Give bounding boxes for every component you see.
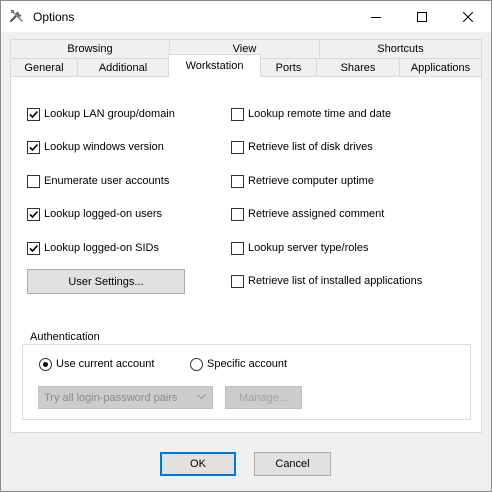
checkmark-icon: [29, 110, 39, 118]
radio-button[interactable]: [39, 357, 52, 371]
minimize-icon: [371, 16, 381, 18]
close-button[interactable]: [445, 1, 491, 32]
checkbox-lookup-lan-group[interactable]: Lookup LAN group/domain: [27, 106, 175, 122]
checkbox-label: Enumerate user accounts: [44, 175, 170, 187]
radio-label: Use current account: [56, 358, 155, 370]
checkmark-icon: [29, 143, 39, 151]
radio-label: Specific account: [207, 358, 288, 370]
checkbox-lookup-logged-on-sids[interactable]: Lookup logged-on SIDs: [27, 240, 159, 256]
checkbox-label: Retrieve list of installed applications: [248, 275, 423, 287]
checkbox-enumerate-user-accounts[interactable]: Enumerate user accounts: [27, 173, 169, 189]
checkbox-label: Lookup logged-on users: [44, 208, 163, 220]
chevron-down-icon: [197, 394, 206, 400]
select-value: Try all login-password pairs: [44, 391, 178, 404]
checkbox-label: Lookup windows version: [44, 141, 164, 153]
tools-icon: [9, 8, 25, 24]
checkbox-box[interactable]: [231, 274, 244, 288]
tab-general[interactable]: General: [10, 58, 78, 76]
checkbox-label: Retrieve list of disk drives: [248, 141, 373, 153]
window-title: Options: [33, 10, 75, 24]
ok-button[interactable]: OK: [160, 452, 236, 476]
checkbox-box[interactable]: [231, 241, 244, 255]
tab-browsing[interactable]: Browsing: [10, 39, 170, 57]
checkbox-label: Retrieve computer uptime: [248, 175, 374, 187]
user-settings-button[interactable]: User Settings...: [27, 269, 185, 294]
checkbox-lookup-remote-time[interactable]: Lookup remote time and date: [231, 106, 391, 122]
checkbox-label: Lookup remote time and date: [248, 108, 392, 120]
checkbox-lookup-logged-on-users[interactable]: Lookup logged-on users: [27, 206, 162, 222]
authentication-legend: Authentication: [28, 331, 102, 343]
checkbox-label: Lookup server type/roles: [248, 242, 369, 254]
checkbox-box[interactable]: [231, 107, 244, 121]
close-icon: [463, 11, 473, 22]
title-bar[interactable]: Options: [1, 1, 491, 32]
checkbox-box[interactable]: [27, 140, 40, 154]
radio-button[interactable]: [190, 357, 203, 371]
checkbox-lookup-windows-version[interactable]: Lookup windows version: [27, 139, 164, 155]
checkbox-box[interactable]: [27, 107, 40, 121]
tab-applications[interactable]: Applications: [399, 58, 482, 76]
checkbox-box[interactable]: [27, 174, 40, 188]
tab-additional[interactable]: Additional: [77, 58, 169, 76]
checkbox-label: Retrieve assigned comment: [248, 208, 385, 220]
tab-ports[interactable]: Ports: [260, 58, 317, 76]
maximize-button[interactable]: [399, 1, 445, 32]
radio-selected-dot: [43, 361, 48, 367]
options-window: Options Browsing View Shortcuts General …: [0, 0, 492, 492]
checkbox-label: Lookup LAN group/domain: [44, 108, 175, 120]
checkbox-box[interactable]: [231, 174, 244, 188]
minimize-button[interactable]: [353, 1, 399, 32]
radio-specific-account[interactable]: Specific account: [190, 357, 287, 371]
checkbox-retrieve-installed-apps[interactable]: Retrieve list of installed applications: [231, 273, 422, 289]
radio-use-current-account[interactable]: Use current account: [39, 357, 154, 371]
login-pairs-select[interactable]: Try all login-password pairs: [38, 386, 213, 409]
checkmark-icon: [29, 210, 39, 218]
manage-button[interactable]: Manage...: [225, 386, 302, 409]
checkbox-box[interactable]: [231, 140, 244, 154]
checkbox-retrieve-uptime[interactable]: Retrieve computer uptime: [231, 173, 374, 189]
tab-shortcuts[interactable]: Shortcuts: [319, 39, 482, 57]
tab-shares[interactable]: Shares: [316, 58, 400, 76]
checkbox-box[interactable]: [27, 207, 40, 221]
checkbox-lookup-server-type[interactable]: Lookup server type/roles: [231, 240, 368, 256]
checkbox-retrieve-comment[interactable]: Retrieve assigned comment: [231, 206, 384, 222]
checkbox-box[interactable]: [27, 241, 40, 255]
checkbox-box[interactable]: [231, 207, 244, 221]
checkmark-icon: [29, 244, 39, 252]
checkbox-label: Lookup logged-on SIDs: [44, 242, 159, 254]
cancel-button[interactable]: Cancel: [254, 452, 331, 476]
maximize-icon: [417, 11, 427, 22]
checkbox-retrieve-disk-drives[interactable]: Retrieve list of disk drives: [231, 139, 373, 155]
tab-workstation[interactable]: Workstation: [168, 54, 261, 77]
